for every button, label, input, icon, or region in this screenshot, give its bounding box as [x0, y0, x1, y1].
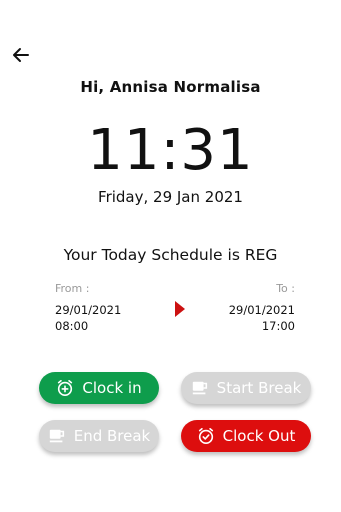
play-triangle-icon	[175, 301, 185, 317]
coffee-cup-icon	[49, 429, 64, 443]
arrow-left-icon	[13, 48, 29, 62]
current-time: 11:31	[87, 118, 254, 183]
to-block: 29/01/2021 17:00	[229, 302, 295, 334]
schedule-title: Your Today Schedule is REG	[63, 246, 278, 264]
from-block: 29/01/2021 08:00	[55, 302, 121, 334]
from-label: From :	[55, 282, 90, 295]
end-break-label: End Break	[73, 427, 151, 445]
end-break-button[interactable]: End Break	[39, 420, 159, 452]
to-time: 17:00	[261, 319, 295, 333]
clock-out-label: Clock Out	[222, 427, 296, 445]
from-date: 29/01/2021	[55, 303, 122, 317]
to-label: To :	[276, 282, 295, 295]
from-time: 08:00	[55, 319, 89, 333]
clock-in-label: Clock in	[82, 379, 142, 397]
clock-in-button[interactable]: Clock in	[39, 372, 159, 404]
to-date: 29/01/2021	[228, 303, 295, 317]
back-button[interactable]	[10, 44, 32, 66]
greeting-text: Hi, Annisa Normalisa	[80, 78, 261, 96]
coffee-cup-icon	[192, 381, 207, 395]
start-break-label: Start Break	[216, 379, 302, 397]
current-date: Friday, 29 Jan 2021	[98, 188, 243, 206]
alarm-plus-icon	[58, 379, 73, 397]
clock-out-button[interactable]: Clock Out	[181, 420, 311, 452]
alarm-check-icon	[198, 427, 213, 445]
start-break-button[interactable]: Start Break	[181, 372, 311, 404]
